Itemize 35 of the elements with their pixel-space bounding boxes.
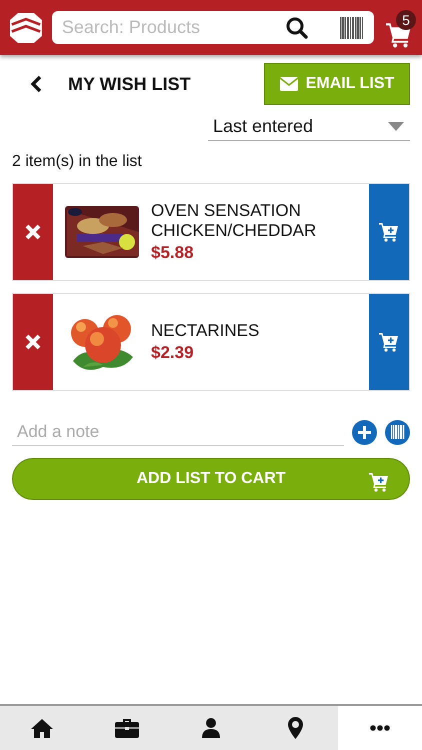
- close-icon: [25, 224, 41, 240]
- remove-button[interactable]: [13, 184, 53, 280]
- page-title: MY WISH LIST: [68, 74, 192, 94]
- add-to-cart-button[interactable]: [369, 294, 409, 390]
- dropdown-caret-icon: [388, 122, 404, 131]
- map-pin-icon: [288, 717, 303, 739]
- remove-button[interactable]: [13, 294, 53, 390]
- sort-dropdown[interactable]: Last entered: [208, 113, 410, 141]
- plus-icon: [358, 426, 371, 438]
- add-note-button[interactable]: [352, 420, 377, 444]
- product-name: NECTARINES: [151, 321, 260, 341]
- home-icon: [31, 718, 54, 738]
- back-icon[interactable]: [30, 75, 42, 93]
- search-icon[interactable]: [286, 17, 308, 39]
- scan-button[interactable]: [385, 420, 410, 444]
- envelope-icon: [280, 77, 298, 91]
- add-to-cart-icon: [379, 222, 399, 242]
- product-name: OVEN SENSATION CHICKEN/CHEDDAR: [151, 201, 318, 241]
- person-icon: [201, 718, 222, 738]
- product-price: $2.39: [151, 343, 195, 363]
- more-icon: [370, 725, 390, 731]
- cart-plus-icon: [369, 472, 389, 492]
- item-count: 2 item(s) in the list: [12, 153, 143, 171]
- product-price: $5.88: [151, 243, 195, 263]
- barcode-icon[interactable]: [340, 17, 364, 39]
- barcode-icon: [390, 425, 404, 439]
- close-icon: [25, 334, 41, 350]
- add-to-cart-button[interactable]: [369, 184, 409, 280]
- cart-count-badge: 5: [396, 10, 416, 30]
- email-list-button[interactable]: EMAIL LIST: [264, 63, 410, 105]
- add-list-to-cart-button[interactable]: ADD LIST TO CART: [12, 458, 410, 500]
- briefcase-icon: [114, 718, 139, 738]
- logo-icon[interactable]: [10, 10, 42, 44]
- search-field[interactable]: Search: Products: [52, 11, 374, 44]
- add-to-cart-icon: [379, 332, 399, 352]
